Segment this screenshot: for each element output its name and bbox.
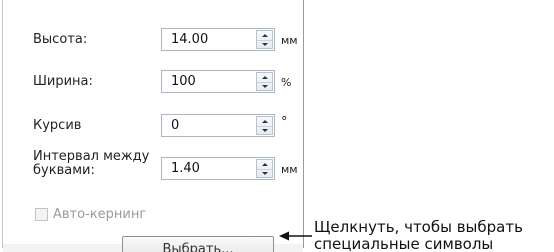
italic-value: 0 — [171, 118, 180, 133]
letter-spacing-input[interactable]: 1.40 — [161, 157, 275, 180]
spinner-down-icon[interactable] — [257, 126, 272, 135]
auto-kerning-row: Авто-кернинг — [35, 207, 146, 222]
spinner-down-icon[interactable] — [257, 82, 272, 91]
letter-spacing-spinner[interactable] — [256, 159, 273, 178]
auto-kerning-checkbox[interactable] — [35, 208, 48, 221]
letter-spacing-unit: мм — [281, 163, 298, 176]
letter-spacing-value: 1.40 — [171, 161, 200, 176]
select-special-characters-button[interactable]: Выбрать... — [122, 236, 274, 252]
width-spinner[interactable] — [256, 72, 273, 91]
height-input[interactable]: 14.00 — [161, 28, 275, 51]
italic-spinner[interactable] — [256, 116, 273, 135]
italic-input[interactable]: 0 — [161, 114, 275, 137]
screenshot-stage: Высота: 14.00 мм Ширина: 100 % Курсив 0 … — [0, 0, 554, 252]
height-unit: мм — [281, 34, 298, 47]
italic-unit: ° — [281, 115, 288, 130]
select-special-characters-label: Выбрать... — [162, 242, 234, 252]
arrow-left-icon — [279, 231, 312, 241]
height-value: 14.00 — [171, 32, 209, 47]
callout-annotation: Щелкнуть, чтобы выбрать специальные симв… — [314, 219, 554, 252]
width-value: 100 — [171, 74, 196, 89]
width-label: Ширина: — [33, 74, 93, 89]
letter-spacing-label: Интервал между буквами: — [33, 149, 150, 178]
width-input[interactable]: 100 — [161, 70, 275, 93]
width-unit: % — [281, 76, 292, 89]
spinner-down-icon[interactable] — [257, 169, 272, 178]
spinner-down-icon[interactable] — [257, 40, 272, 49]
height-spinner[interactable] — [256, 30, 273, 49]
auto-kerning-label: Авто-кернинг — [53, 207, 147, 222]
height-label: Высота: — [33, 32, 88, 47]
callout-line-2: специальные символы — [314, 235, 494, 252]
italic-label: Курсив — [33, 118, 82, 133]
callout-line-1: Щелкнуть, чтобы выбрать — [314, 218, 523, 236]
